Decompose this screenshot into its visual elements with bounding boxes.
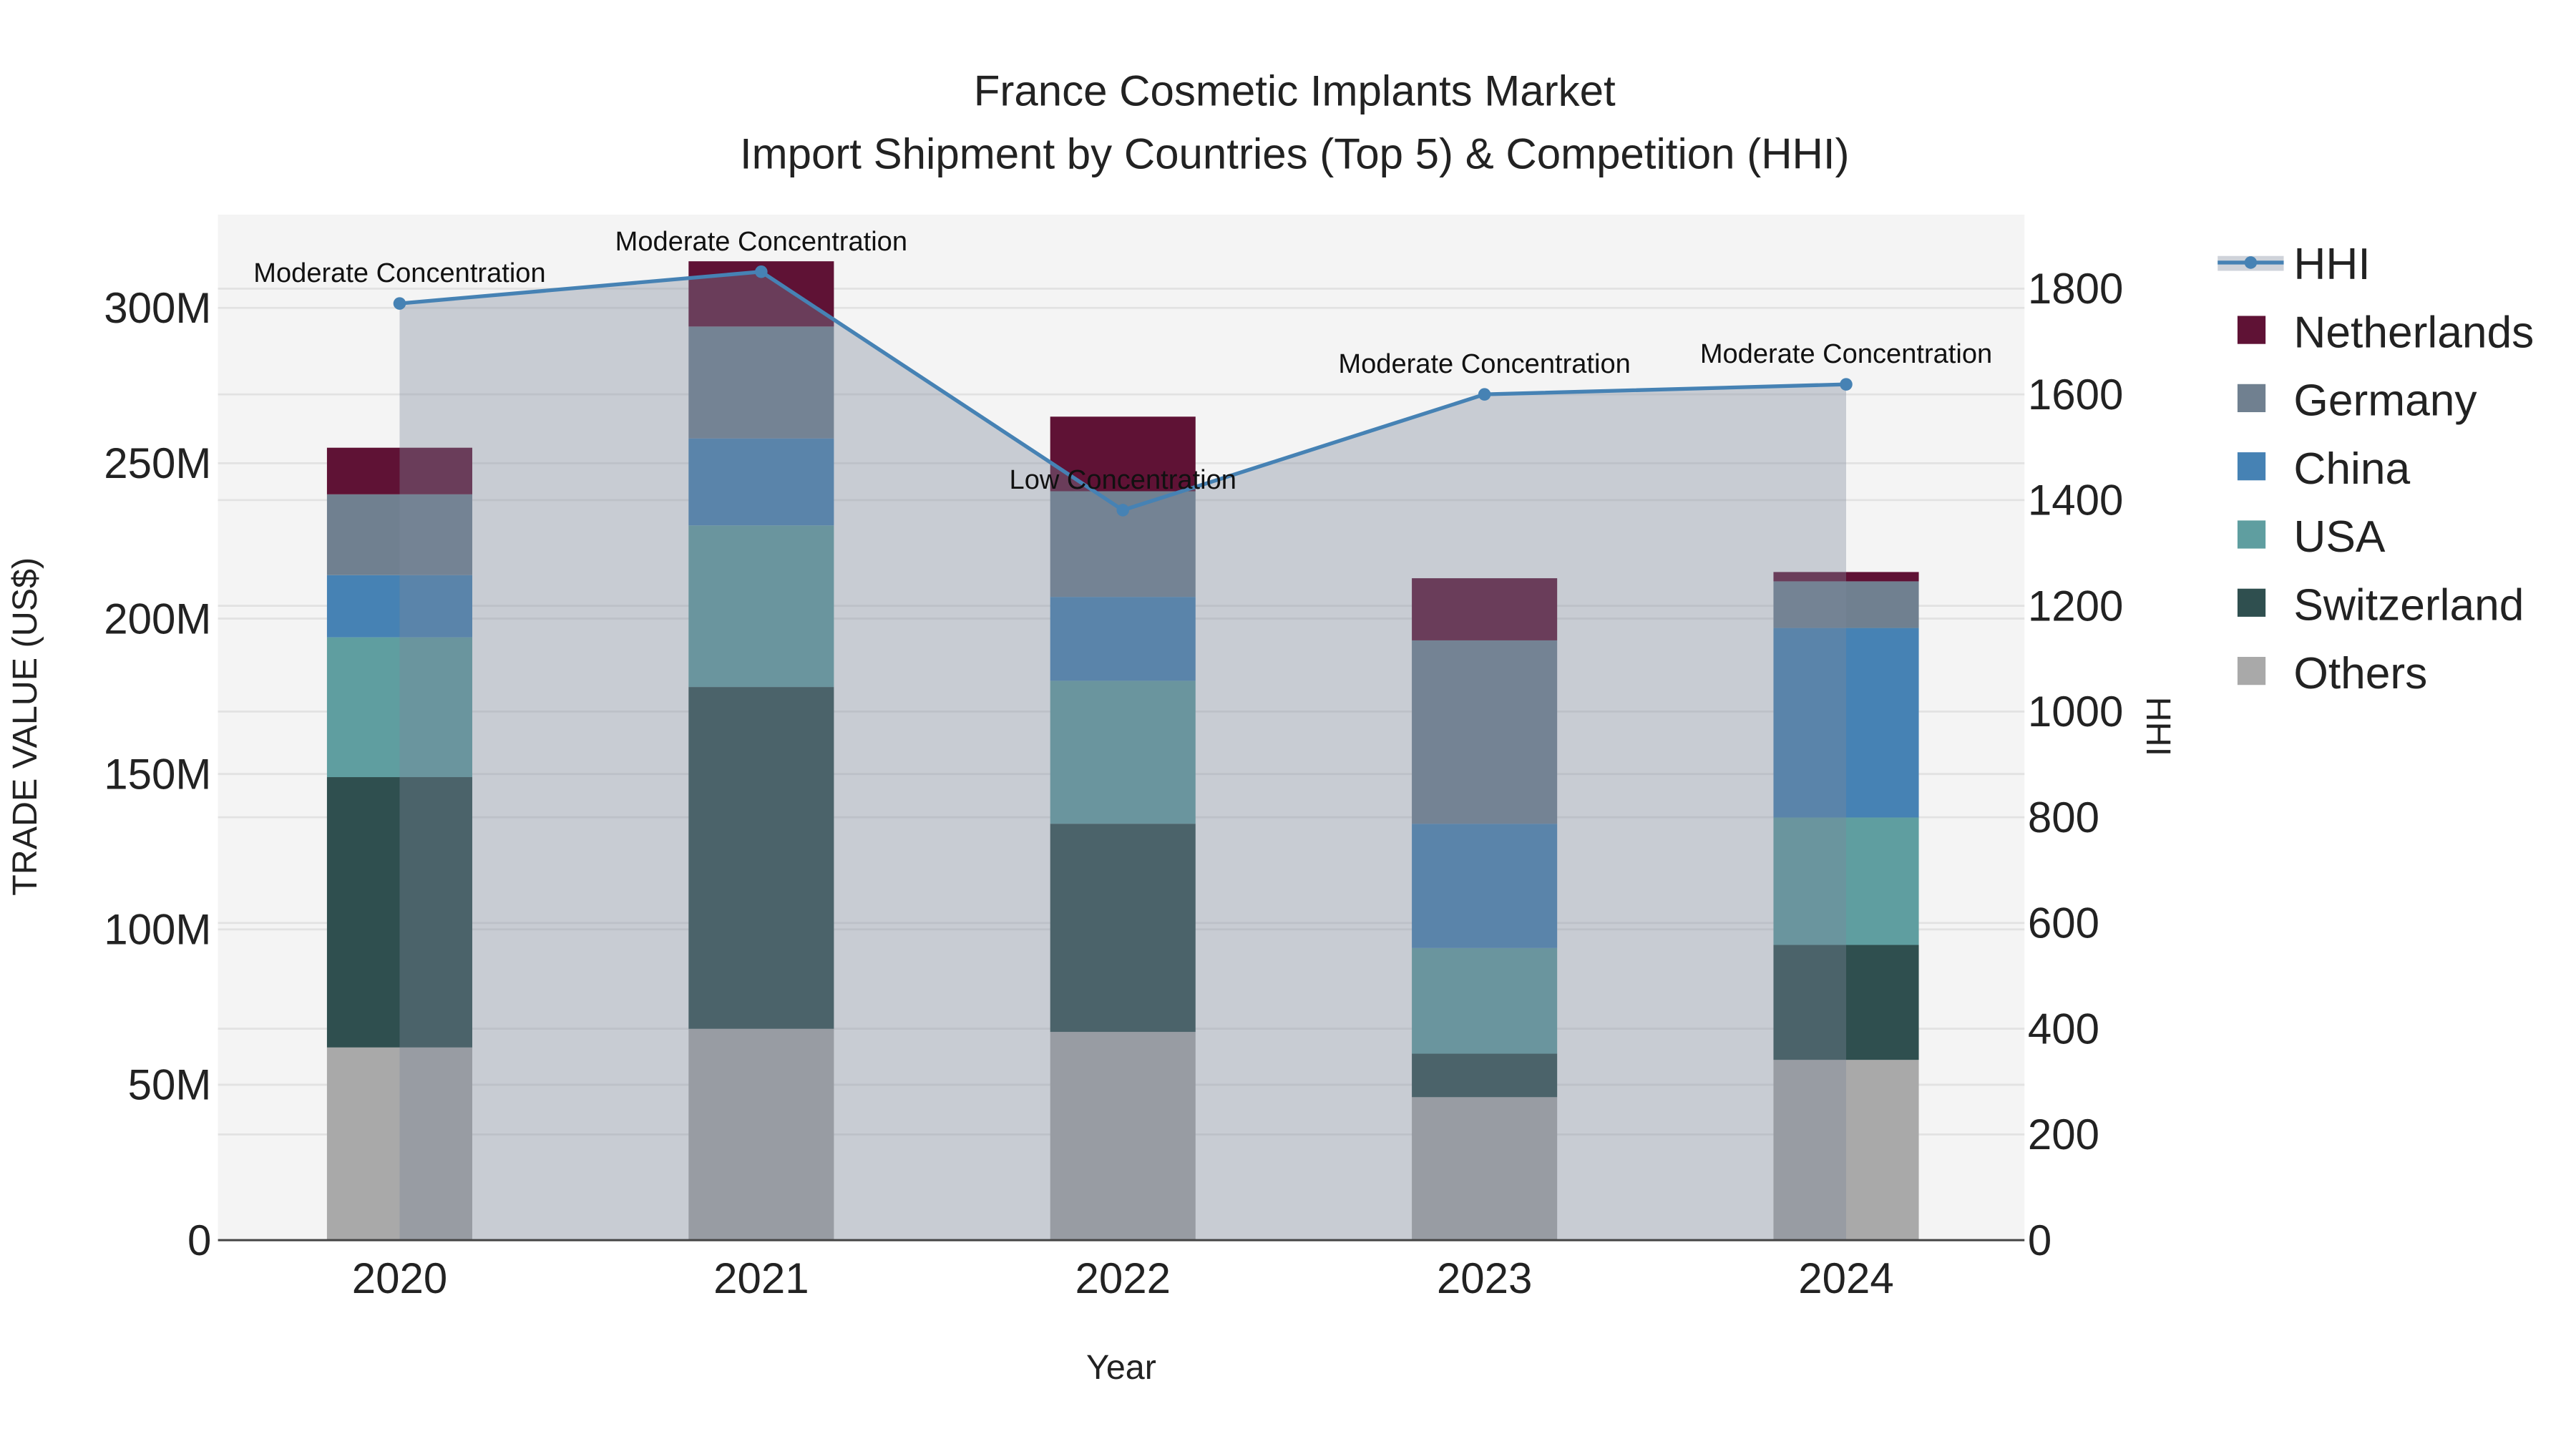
x-axis-title: Year	[1086, 1348, 1156, 1387]
y-tick-label: 0	[187, 1216, 211, 1264]
y2-tick-label: 800	[2028, 794, 2099, 841]
legend-label: Netherlands	[2293, 308, 2534, 357]
y2-tick-label: 0	[2028, 1216, 2051, 1264]
legend-swatch-usa	[2237, 520, 2266, 549]
y-tick-label: 200M	[104, 595, 211, 643]
legend-hhi-marker-icon	[2244, 256, 2258, 269]
y2-tick-label: 400	[2028, 1005, 2099, 1053]
y2-tick-label: 1200	[2028, 582, 2123, 630]
hhi-point	[1116, 504, 1129, 517]
y2-tick-label: 600	[2028, 899, 2099, 947]
legend-label: Others	[2293, 649, 2427, 698]
y-tick-label: 50M	[128, 1061, 212, 1109]
y2-tick-label: 1000	[2028, 688, 2123, 736]
legend-label: China	[2293, 444, 2410, 494]
y2-tick-label: 200	[2028, 1111, 2099, 1158]
y-tick-label: 300M	[104, 284, 211, 332]
chart: Moderate Concentration Moderate Concentra…	[6, 67, 2534, 1387]
x-tick-label: 2023	[1437, 1254, 1532, 1302]
hhi-point	[755, 265, 768, 278]
legend-swatch-germany	[2237, 384, 2266, 412]
x-tick-label: 2021	[713, 1254, 809, 1302]
hhi-annotation: Low Concentration	[1010, 465, 1236, 495]
legend-label: Germany	[2293, 376, 2477, 426]
y2-tick-label: 1400	[2028, 477, 2123, 525]
legend-label: HHI	[2293, 240, 2370, 289]
legend-swatch-others	[2237, 657, 2266, 686]
legend-swatch-china	[2237, 452, 2266, 481]
x-tick-label: 2024	[1798, 1254, 1893, 1302]
legend-swatch-switzerland	[2237, 588, 2266, 617]
hhi-point	[1478, 388, 1491, 401]
y2-tick-label: 1600	[2028, 371, 2123, 419]
hhi-annotation: Moderate Concentration	[1338, 349, 1630, 379]
y-tick-label: 250M	[104, 439, 211, 487]
legend-label: Switzerland	[2293, 581, 2524, 630]
hhi-annotation: Moderate Concentration	[615, 227, 907, 257]
chart-subtitle: Import Shipment by Countries (Top 5) & C…	[740, 130, 1850, 177]
legend-label: USA	[2293, 512, 2386, 562]
hhi-annotation: Moderate Concentration	[253, 258, 545, 288]
y2-tick-label: 1800	[2028, 265, 2123, 313]
x-tick-label: 2022	[1075, 1254, 1170, 1302]
y-tick-label: 100M	[104, 906, 211, 954]
x-tick-label: 2020	[352, 1254, 447, 1302]
hhi-point	[1840, 378, 1853, 391]
y-tick-label: 150M	[104, 750, 211, 798]
y2-axis-title: HHI	[2139, 697, 2177, 756]
y-axis-title: TRADE VALUE (US$)	[6, 557, 44, 896]
chart-title: France Cosmetic Implants Market	[974, 67, 1616, 115]
hhi-annotation: Moderate Concentration	[1700, 339, 1992, 369]
hhi-point	[393, 297, 406, 310]
legend-swatch-netherlands	[2237, 316, 2266, 344]
